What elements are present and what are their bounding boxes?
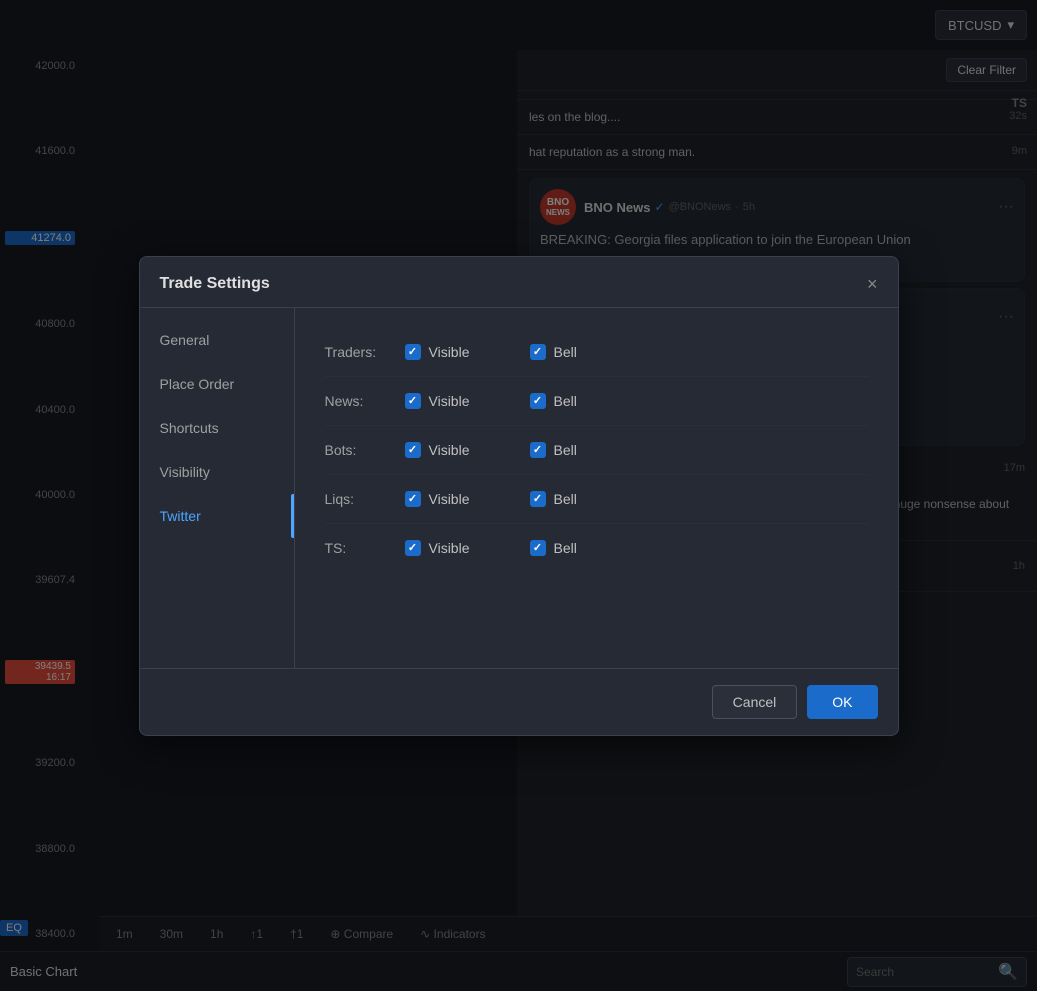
traders-label: Traders:	[325, 344, 405, 360]
modal-body: General Place Order Shortcuts Visibility…	[140, 308, 898, 668]
bots-bell-group: Bell	[530, 442, 577, 458]
settings-row-news: News: Visible Bell	[325, 377, 868, 426]
settings-row-bots: Bots: Visible Bell	[325, 426, 868, 475]
modal-title: Trade Settings	[160, 275, 270, 293]
ts-visible-group: Visible	[405, 540, 470, 556]
liqs-label: Liqs:	[325, 491, 405, 507]
liqs-bell-group: Bell	[530, 491, 577, 507]
bots-visible-checkbox[interactable]	[405, 442, 421, 458]
liqs-visible-group: Visible	[405, 491, 470, 507]
news-bell-label: Bell	[554, 393, 577, 409]
sidebar-item-general[interactable]: General	[140, 318, 294, 362]
settings-row-liqs: Liqs: Visible Bell	[325, 475, 868, 524]
modal-settings-content: Traders: Visible Bell News:	[295, 308, 898, 668]
modal-header: Trade Settings ×	[140, 257, 898, 308]
traders-visible-checkbox[interactable]	[405, 344, 421, 360]
modal-sidebar: General Place Order Shortcuts Visibility…	[140, 308, 295, 668]
trade-settings-modal: Trade Settings × General Place Order Sho…	[139, 256, 899, 736]
ts-visible-checkbox[interactable]	[405, 540, 421, 556]
traders-bell-checkbox[interactable]	[530, 344, 546, 360]
cancel-button[interactable]: Cancel	[712, 685, 798, 719]
traders-options: Visible Bell	[405, 344, 868, 360]
liqs-bell-checkbox[interactable]	[530, 491, 546, 507]
news-visible-checkbox[interactable]	[405, 393, 421, 409]
news-options: Visible Bell	[405, 393, 868, 409]
bots-visible-label: Visible	[429, 442, 470, 458]
traders-bell-group: Bell	[530, 344, 577, 360]
news-visible-group: Visible	[405, 393, 470, 409]
liqs-visible-checkbox[interactable]	[405, 491, 421, 507]
ts-label: TS:	[325, 540, 405, 556]
sidebar-item-visibility[interactable]: Visibility	[140, 450, 294, 494]
news-visible-label: Visible	[429, 393, 470, 409]
sidebar-label-place-order: Place Order	[160, 376, 235, 392]
modal-close-button[interactable]: ×	[867, 275, 878, 293]
bots-label: Bots:	[325, 442, 405, 458]
news-bell-group: Bell	[530, 393, 577, 409]
sidebar-label-twitter: Twitter	[160, 508, 201, 524]
liqs-options: Visible Bell	[405, 491, 868, 507]
liqs-bell-label: Bell	[554, 491, 577, 507]
bots-options: Visible Bell	[405, 442, 868, 458]
liqs-visible-label: Visible	[429, 491, 470, 507]
bots-bell-label: Bell	[554, 442, 577, 458]
bots-visible-group: Visible	[405, 442, 470, 458]
sidebar-label-visibility: Visibility	[160, 464, 210, 480]
ts-bell-label: Bell	[554, 540, 577, 556]
settings-row-ts: TS: Visible Bell	[325, 524, 868, 572]
traders-visible-label: Visible	[429, 344, 470, 360]
ts-bell-checkbox[interactable]	[530, 540, 546, 556]
sidebar-item-shortcuts[interactable]: Shortcuts	[140, 406, 294, 450]
bots-bell-checkbox[interactable]	[530, 442, 546, 458]
sidebar-label-shortcuts: Shortcuts	[160, 420, 219, 436]
modal-footer: Cancel OK	[140, 668, 898, 735]
settings-row-traders: Traders: Visible Bell	[325, 328, 868, 377]
sidebar-item-place-order[interactable]: Place Order	[140, 362, 294, 406]
ts-options: Visible Bell	[405, 540, 868, 556]
news-bell-checkbox[interactable]	[530, 393, 546, 409]
sidebar-item-twitter[interactable]: Twitter	[140, 494, 294, 538]
modal-overlay: Trade Settings × General Place Order Sho…	[0, 0, 1037, 991]
ts-bell-group: Bell	[530, 540, 577, 556]
traders-visible-group: Visible	[405, 344, 470, 360]
ok-button[interactable]: OK	[807, 685, 877, 719]
news-label: News:	[325, 393, 405, 409]
traders-bell-label: Bell	[554, 344, 577, 360]
ts-visible-label: Visible	[429, 540, 470, 556]
sidebar-label-general: General	[160, 332, 210, 348]
